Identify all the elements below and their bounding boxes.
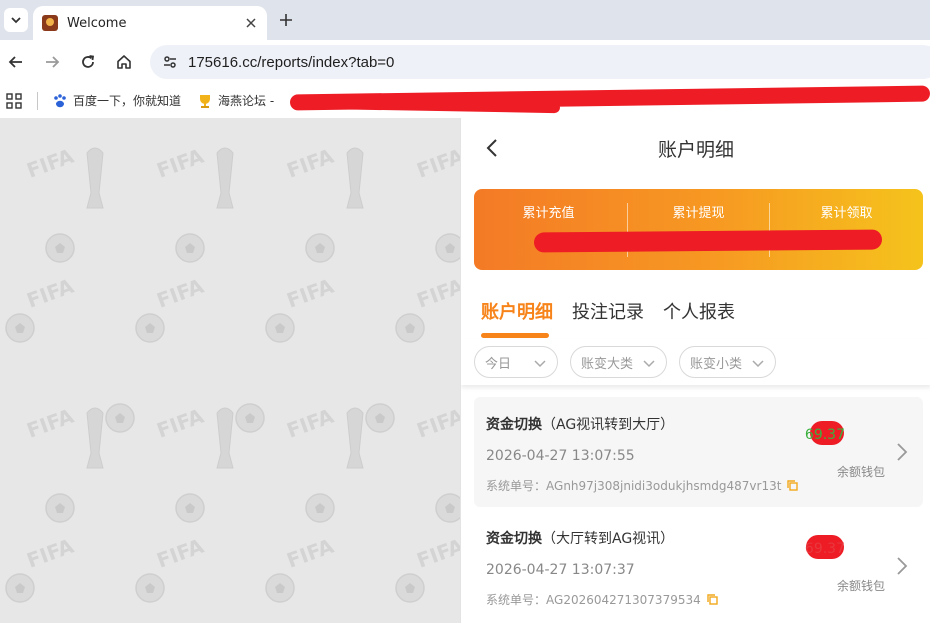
apps-grid-icon[interactable] xyxy=(6,93,22,109)
home-button[interactable] xyxy=(113,51,135,73)
bookmark-baidu[interactable]: 百度一下，你就知道 xyxy=(52,92,181,109)
tab-search-button[interactable] xyxy=(4,8,28,32)
forward-button[interactable] xyxy=(41,51,63,73)
arrow-left-icon xyxy=(8,56,22,68)
record-amount: 69.37 xyxy=(804,541,845,557)
tab-close-button[interactable] xyxy=(243,15,259,31)
account-details-panel: 账户明细 累计充值 累计提现 累计领取 账户明细 投注记录 个人报表 今日 账变… xyxy=(460,118,930,623)
order-number: AGnh97j308jnidi3odukjhsmdg487vr13t xyxy=(546,478,782,493)
subcategory-filter-select[interactable]: 账变小类 xyxy=(679,346,776,378)
date-filter-select[interactable]: 今日 xyxy=(474,346,558,378)
new-tab-button[interactable] xyxy=(276,10,296,30)
record-item[interactable]: 资金切换（大厅转到AG视讯） 2026-04-27 13:07:37 系统单号：… xyxy=(474,511,923,621)
tab-title: Welcome xyxy=(67,15,127,31)
record-time: 2026-04-27 13:07:55 xyxy=(486,448,635,464)
url-text: 175616.cc/reports/index?tab=0 xyxy=(188,53,395,71)
panel-header: 账户明细 xyxy=(461,118,930,178)
football-pattern-icon: FIFA xyxy=(5,143,460,603)
summary-total-withdraw: 累计提现 xyxy=(624,189,773,270)
active-tab-indicator xyxy=(481,333,549,338)
page-title: 账户明细 xyxy=(657,138,734,161)
record-type: 资金切换 xyxy=(486,417,542,433)
bookmark-label: 海燕论坛 - xyxy=(218,94,275,108)
home-icon xyxy=(117,55,131,69)
bookmark-label: 百度一下，你就知道 xyxy=(73,94,182,108)
copy-icon[interactable] xyxy=(787,480,799,491)
copy-icon[interactable] xyxy=(707,594,718,605)
record-detail: （大厅转到AG视讯） xyxy=(542,531,675,547)
tab-bet-records[interactable]: 投注记录 xyxy=(572,298,644,324)
chevron-right-icon xyxy=(897,443,908,461)
browser-tab-strip: Welcome xyxy=(0,0,930,40)
order-label: 系统单号： xyxy=(486,593,547,607)
plus-icon xyxy=(280,14,292,26)
chevron-right-icon xyxy=(897,557,908,575)
reload-button[interactable] xyxy=(77,51,99,73)
record-time: 2026-04-27 13:07:37 xyxy=(486,562,635,578)
category-filter-select[interactable]: 账变大类 xyxy=(570,346,667,378)
trophy-icon xyxy=(200,94,210,108)
redaction-mark xyxy=(533,229,883,253)
back-button[interactable] xyxy=(481,136,503,160)
record-type: 资金切换 xyxy=(486,531,542,547)
record-wallet: 余额钱包 xyxy=(836,579,885,593)
filter-label: 账变大类 xyxy=(581,356,634,372)
record-amount: 69.37 xyxy=(804,427,845,443)
browser-tab-active[interactable]: Welcome xyxy=(33,6,267,40)
chevron-down-icon xyxy=(752,360,764,368)
filter-bar: 今日 账变大类 账变小类 xyxy=(461,339,930,385)
record-title: 资金切换（大厅转到AG视讯） xyxy=(486,528,674,548)
bookmark-haiyan[interactable]: 海燕论坛 - xyxy=(197,92,274,109)
order-number: AG202604271307379534 xyxy=(546,592,701,607)
record-detail: （AG视讯转到大厅） xyxy=(542,417,675,433)
order-label: 系统单号： xyxy=(486,479,547,493)
record-order: 系统单号： AG202604271307379534 xyxy=(486,591,718,608)
chevron-left-icon xyxy=(486,139,497,157)
close-icon xyxy=(246,18,256,28)
reload-icon xyxy=(82,55,95,68)
filter-label: 账变小类 xyxy=(690,356,743,372)
tab-account-details[interactable]: 账户明细 xyxy=(481,298,553,324)
baidu-paw-icon xyxy=(54,93,66,107)
chevron-down-icon xyxy=(11,17,21,24)
record-title: 资金切换（AG视讯转到大厅） xyxy=(486,414,674,434)
record-wallet: 余额钱包 xyxy=(836,465,885,479)
summary-card: 累计充值 累计提现 累计领取 xyxy=(474,189,923,270)
chevron-down-icon xyxy=(643,360,655,368)
site-favicon-icon xyxy=(42,15,58,31)
record-order: 系统单号： AGnh97j308jnidi3odukjhsmdg487vr13t xyxy=(486,477,799,494)
chevron-down-icon xyxy=(534,360,546,368)
arrow-right-icon xyxy=(46,56,60,68)
page-background-pattern: FIFA xyxy=(0,118,460,623)
summary-total-deposit: 累计充值 xyxy=(474,189,623,270)
tab-personal-report[interactable]: 个人报表 xyxy=(663,298,735,324)
bookmarks-divider xyxy=(37,92,38,110)
address-bar[interactable]: 175616.cc/reports/index?tab=0 xyxy=(150,45,930,79)
filter-label: 今日 xyxy=(485,356,512,372)
browser-toolbar: 175616.cc/reports/index?tab=0 xyxy=(0,40,930,84)
record-tabs: 账户明细 投注记录 个人报表 xyxy=(461,283,930,339)
record-item[interactable]: 资金切换（AG视讯转到大厅） 2026-04-27 13:07:55 系统单号：… xyxy=(474,397,923,507)
site-settings-icon[interactable] xyxy=(162,54,178,70)
back-button[interactable] xyxy=(5,51,27,73)
